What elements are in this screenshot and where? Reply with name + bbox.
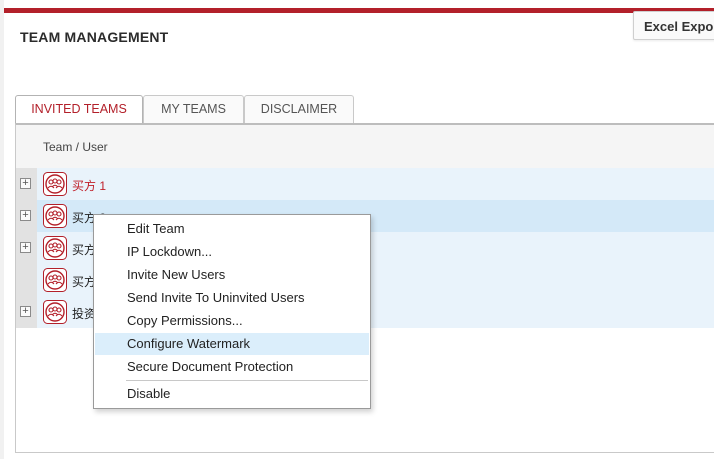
excel-export-button[interactable]: Excel Export (633, 11, 714, 40)
menu-item-disable[interactable]: Disable (95, 383, 369, 405)
tab-invited-teams[interactable]: INVITED TEAMS (15, 95, 143, 124)
tab-disclaimer[interactable]: DISCLAIMER (244, 95, 354, 123)
menu-item-secure-document-protection[interactable]: Secure Document Protection (95, 356, 369, 378)
menu-item-send-invite-uninvited[interactable]: Send Invite To Uninvited Users (95, 287, 369, 309)
expand-icon[interactable]: + (20, 242, 31, 253)
team-icon (43, 204, 67, 228)
menu-separator (126, 380, 368, 381)
grid-header: Team / User (16, 125, 714, 169)
menu-item-copy-permissions[interactable]: Copy Permissions... (95, 310, 369, 332)
team-icon (43, 268, 67, 292)
menu-item-configure-watermark[interactable]: Configure Watermark (95, 333, 369, 355)
tab-my-teams[interactable]: MY TEAMS (143, 95, 244, 123)
menu-item-edit-team[interactable]: Edit Team (95, 218, 369, 240)
team-icon (43, 172, 67, 196)
brand-top-bar (4, 8, 714, 13)
team-icon (43, 300, 67, 324)
page-title: TEAM MANAGEMENT (20, 29, 169, 45)
table-row[interactable]: + 买方 1 (16, 168, 714, 200)
expand-icon[interactable]: + (20, 306, 31, 317)
context-menu: Edit Team IP Lockdown... Invite New User… (93, 214, 371, 409)
expand-icon[interactable]: + (20, 178, 31, 189)
menu-item-invite-new-users[interactable]: Invite New Users (95, 264, 369, 286)
expand-icon[interactable]: + (20, 210, 31, 221)
menu-item-ip-lockdown[interactable]: IP Lockdown... (95, 241, 369, 263)
team-management-page: TEAM MANAGEMENT Excel Export INVITED TEA… (4, 0, 714, 459)
team-icon (43, 236, 67, 260)
team-name[interactable]: 买方 1 (72, 177, 106, 194)
column-header-team-user[interactable]: Team / User (43, 140, 108, 154)
